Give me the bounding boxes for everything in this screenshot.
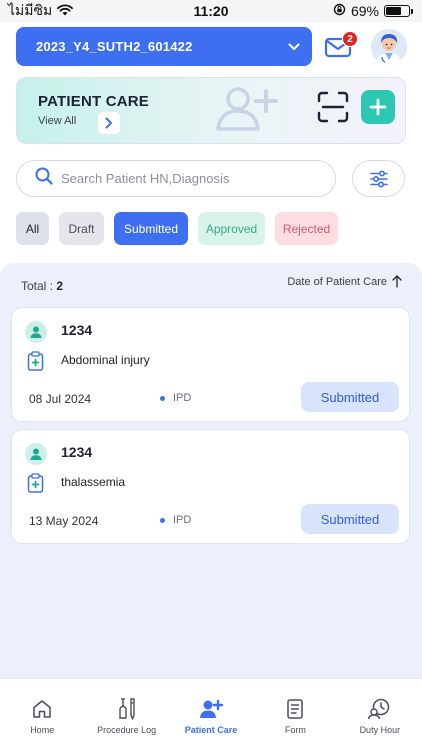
patient-diagnosis: Abdominal injury (61, 353, 150, 367)
patient-diagnosis: thalassemia (61, 475, 126, 489)
arrow-up-icon (392, 275, 402, 288)
type-dot (160, 395, 165, 401)
care-type: IPD (160, 392, 191, 404)
add-patient-care-button[interactable] (361, 90, 395, 124)
patient-hn: 1234 (61, 322, 93, 338)
nav-label: Form (284, 725, 306, 735)
patient-hn: 1234 (61, 444, 93, 460)
sliders-icon (369, 169, 388, 188)
orientation-lock-icon (333, 3, 346, 19)
chevron-right-icon (105, 117, 112, 129)
mail-badge: 2 (342, 31, 358, 47)
patient-care-card-item[interactable]: 1234 thalassemia 13 May 2024 IPD Submitt… (11, 429, 410, 544)
bottom-nav: Home Procedure Log Patient Care Form Dut… (0, 678, 422, 750)
scan-button[interactable] (316, 90, 350, 124)
view-all-button[interactable] (98, 112, 120, 134)
sort-button[interactable]: Date of Patient Care (287, 275, 402, 288)
search-icon (35, 167, 53, 190)
view-all-label[interactable]: View All (38, 115, 76, 127)
total-value: 2 (56, 279, 64, 293)
care-date: 13 May 2024 (29, 514, 99, 528)
nav-label: Patient Care (184, 725, 238, 735)
battery-icon (384, 5, 413, 17)
nav-label: Procedure Log (97, 725, 157, 735)
plus-icon (369, 98, 387, 116)
nav-item-patient-care[interactable]: Patient Care (169, 679, 253, 750)
form-icon (285, 697, 305, 721)
status-left: ไม่มีซิม (8, 0, 74, 22)
filter-chip-all[interactable]: All (16, 212, 49, 245)
status-badge[interactable]: Submitted (301, 382, 399, 412)
filter-chip-approved[interactable]: Approved (198, 212, 265, 245)
nav-item-procedure-log[interactable]: Procedure Log (84, 679, 168, 750)
search-input[interactable] (61, 171, 301, 186)
nav-label: Duty Hour (359, 725, 401, 735)
nav-item-duty-hour[interactable]: Duty Hour (338, 679, 422, 750)
carrier-label: ไม่มีซิม (8, 2, 53, 18)
status-right: 69% (333, 3, 413, 19)
patient-icon (25, 321, 47, 343)
status-bar: ไม่มีซิม 11:20 69% (0, 0, 422, 22)
patient-decoration-icon (202, 81, 292, 146)
nav-item-home[interactable]: Home (0, 679, 84, 750)
filter-chip-submitted[interactable]: Submitted (114, 212, 188, 245)
nav-label: Home (30, 725, 55, 735)
scan-icon (317, 91, 349, 123)
status-badge[interactable]: Submitted (301, 504, 399, 534)
patient-care-icon (198, 697, 224, 721)
care-type: IPD (160, 514, 191, 526)
clipboard-icon (27, 351, 44, 376)
total-label: Total : (21, 279, 54, 293)
site-select-label: 2023_Y4_SUTH2_601422 (36, 39, 193, 54)
patient-care-card-item[interactable]: 1234 Abdominal injury 08 Jul 2024 IPD Su… (11, 307, 410, 422)
duty-hour-icon (367, 697, 393, 721)
filter-button[interactable] (352, 160, 405, 197)
site-select[interactable]: 2023_Y4_SUTH2_601422 (16, 27, 312, 66)
sort-label: Date of Patient Care (287, 275, 387, 288)
filter-chip-rejected[interactable]: Rejected (275, 212, 338, 245)
total-count: Total : 2 (21, 279, 63, 293)
filter-chip-draft[interactable]: Draft (59, 212, 104, 245)
type-dot (160, 517, 165, 523)
battery-level (386, 7, 402, 15)
clipboard-icon (27, 473, 44, 498)
procedure-log-icon (116, 697, 138, 721)
doctor-avatar-icon (371, 29, 407, 65)
battery-percent: 69% (350, 3, 379, 19)
chevron-down-icon (288, 39, 300, 54)
care-type-label: IPD (173, 514, 192, 526)
avatar[interactable] (371, 29, 407, 65)
patient-care-list: Total : 2 Date of Patient Care 1234 Abdo… (0, 263, 422, 678)
patient-icon (25, 443, 47, 465)
search-bar[interactable] (16, 160, 336, 197)
care-date: 08 Jul 2024 (29, 392, 92, 406)
nav-item-form[interactable]: Form (253, 679, 337, 750)
patient-care-card[interactable]: PATIENT CARE View All (16, 77, 406, 144)
care-type-label: IPD (173, 392, 192, 404)
patient-care-title: PATIENT CARE (38, 93, 150, 110)
home-icon (31, 697, 53, 721)
wifi-icon (57, 3, 74, 19)
